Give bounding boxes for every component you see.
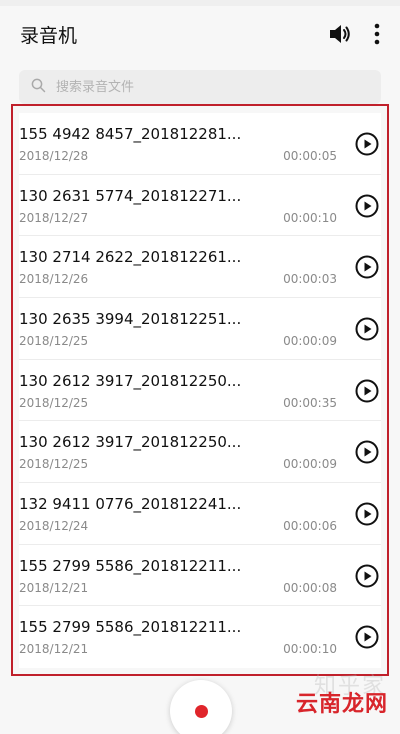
recording-name: 130 2631 5774_201812271... [19,186,242,205]
recording-date: 2018/12/25 [19,457,89,472]
recording-duration: 00:00:06 [283,518,337,533]
recording-duration: 00:00:09 [283,457,337,472]
more-vertical-icon[interactable] [374,23,380,45]
recording-name: 155 2799 5586_201812211... [19,618,242,637]
recording-name: 155 4942 8457_201812281... [19,125,242,143]
recording-duration: 00:00:10 [283,642,337,657]
recording-name: 130 2635 3994_201812251... [19,309,242,328]
recording-row[interactable]: 130 2631 5774_201812271... 2018/12/27 00… [19,175,381,237]
search-input[interactable] [54,78,358,96]
watermark-logo: 云南龙网 [295,692,388,717]
recording-row[interactable]: 130 2635 3994_201812251... 2018/12/25 00… [19,298,381,360]
recording-row[interactable]: 130 2612 3917_201812250... 2018/12/25 00… [19,360,381,422]
recording-duration: 00:00:03 [283,272,337,287]
record-icon [194,704,208,718]
recording-row[interactable]: 155 4942 8457_201812281... 2018/12/28 00… [19,113,381,175]
play-icon[interactable] [355,317,379,341]
play-icon[interactable] [355,132,379,156]
search-bar[interactable] [19,70,381,104]
recording-date: 2018/12/25 [19,333,89,348]
app-header: 录音机 [0,6,400,62]
recording-duration: 00:00:08 [283,580,337,595]
play-icon[interactable] [355,625,379,649]
recording-name: 130 2714 2622_201812261... [19,248,242,267]
recording-date: 2018/12/28 [19,149,89,163]
recording-list: 155 4942 8457_201812281... 2018/12/28 00… [19,113,381,668]
recording-duration: 00:00:05 [283,149,337,163]
recording-duration: 00:00:10 [283,210,337,225]
recording-row[interactable]: 130 2714 2622_201812261... 2018/12/26 00… [19,236,381,298]
recorder-app: 录音机 搜索录音文件 155 4942 8457_201812281... 20… [0,0,400,734]
recording-date: 2018/12/26 [19,272,89,287]
play-icon[interactable] [355,255,379,279]
recording-date: 2018/12/27 [19,210,89,225]
recording-row[interactable]: 132 9411 0776_201812241... 2018/12/24 00… [19,483,381,545]
recording-name: 155 2799 5586_201812211... [19,556,242,575]
recording-date: 2018/12/25 [19,395,89,410]
play-icon[interactable] [355,379,379,403]
recording-row[interactable]: 155 2799 5586_201812211... 2018/12/21 00… [19,545,381,607]
recording-duration: 00:00:35 [283,395,337,410]
play-icon[interactable] [355,194,379,218]
recording-name: 130 2612 3917_201812250... [19,371,242,390]
search-icon [31,78,46,97]
play-icon[interactable] [355,440,379,464]
record-button[interactable] [170,680,232,734]
play-icon[interactable] [355,564,379,588]
recording-row[interactable]: 155 2799 5586_201812211... 2018/12/21 00… [19,606,381,668]
recording-name: 132 9411 0776_201812241... [19,494,242,513]
recording-duration: 00:00:09 [283,333,337,348]
recording-row[interactable]: 130 2612 3917_201812250... 2018/12/25 00… [19,421,381,483]
recording-date: 2018/12/21 [19,580,89,595]
recording-name: 130 2612 3917_201812250... [19,433,242,452]
header-actions [328,23,380,45]
recording-date: 2018/12/21 [19,642,89,657]
speaker-icon[interactable] [328,23,352,45]
play-icon[interactable] [355,502,379,526]
page-title: 录音机 [20,24,78,47]
recording-date: 2018/12/24 [19,518,89,533]
